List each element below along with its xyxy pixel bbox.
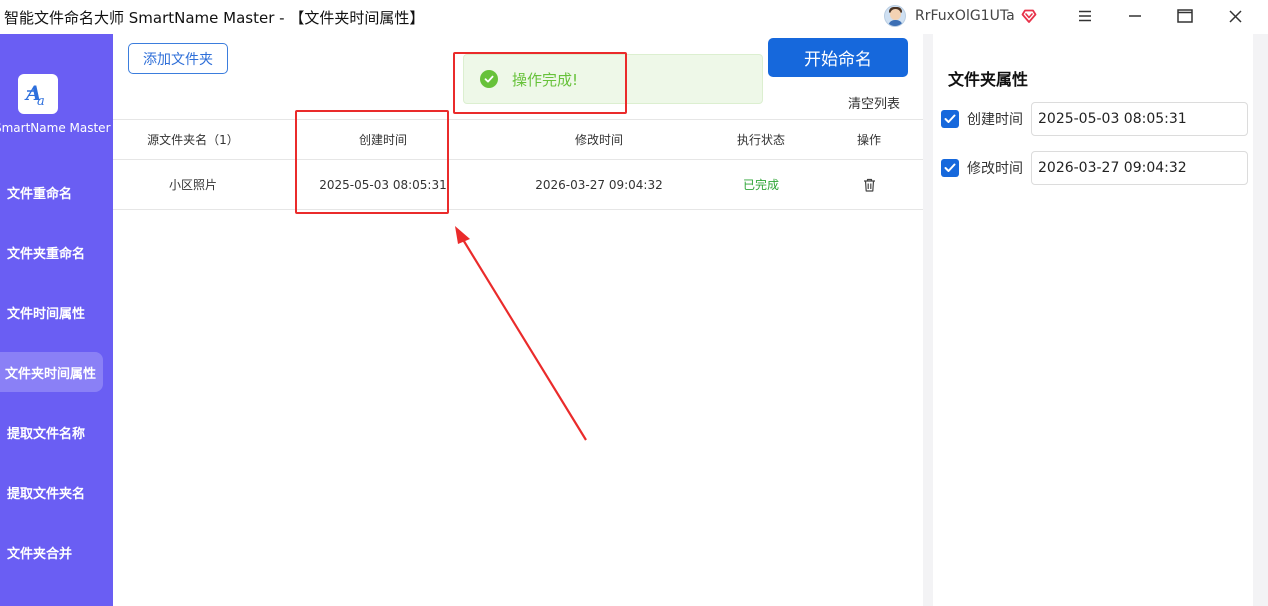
close-icon[interactable]: [1223, 5, 1247, 27]
checkmark-icon: [944, 114, 956, 123]
row-modified-time: 2026-03-27 09:04:32: [535, 177, 663, 192]
window-title: 智能文件命名大师 SmartName Master - 【文件夹时间属性】: [4, 9, 425, 27]
sidebar-item-file-time[interactable]: 文件时间属性: [0, 292, 103, 332]
menu-icon[interactable]: [1073, 5, 1097, 27]
maximize-icon[interactable]: [1173, 5, 1197, 27]
logo-name: SmartName Master: [0, 121, 111, 135]
sidebar-item-extract-filename[interactable]: 提取文件名称: [0, 412, 103, 452]
modify-time-label: 修改时间: [967, 161, 1023, 177]
panel-edge: [1253, 34, 1268, 606]
table-header: 源文件夹名（1） 创建时间 修改时间 执行状态 操作: [113, 119, 923, 160]
checkmark-icon: [944, 163, 956, 172]
modify-time-row: 修改时间: [941, 151, 1251, 185]
sidebar-item-file-rename[interactable]: 文件重命名: [0, 172, 103, 212]
modify-time-input[interactable]: [1031, 151, 1248, 185]
panel-title: 文件夹属性: [948, 70, 1029, 89]
panel-divider: [923, 34, 933, 606]
annotation-box-created-time: [295, 110, 449, 214]
create-time-label: 创建时间: [967, 112, 1023, 128]
create-time-input[interactable]: [1031, 102, 1248, 136]
username[interactable]: RrFuxOlG1UTa: [915, 8, 1015, 24]
start-rename-button[interactable]: 开始命名: [768, 38, 908, 77]
avatar[interactable]: [884, 5, 906, 27]
folder-table: 源文件夹名（1） 创建时间 修改时间 执行状态 操作 小区照片 2025-05-…: [113, 119, 923, 210]
create-time-row: 创建时间: [941, 102, 1251, 136]
sidebar-item-folder-rename[interactable]: 文件夹重命名: [0, 232, 103, 272]
sidebar: A a SmartName Master 文件重命名 文件夹重命名 文件时间属性…: [0, 34, 113, 606]
header-status: 执行状态: [736, 133, 785, 147]
delete-row-button[interactable]: [828, 160, 910, 209]
header-action: 操作: [856, 133, 881, 147]
annotation-box-toast: [453, 52, 627, 114]
table-row[interactable]: 小区照片 2025-05-03 08:05:31 2026-03-27 09:0…: [113, 160, 923, 210]
sidebar-item-folder-time[interactable]: 文件夹时间属性: [0, 352, 103, 392]
header-source-name: 源文件夹名（1）: [147, 133, 239, 147]
row-status: 已完成: [742, 178, 779, 192]
sidebar-item-extract-foldername[interactable]: 提取文件夹名: [0, 472, 103, 512]
header-modified-time: 修改时间: [574, 133, 623, 147]
svg-text:a: a: [37, 94, 45, 109]
create-time-checkbox[interactable]: [941, 110, 959, 128]
app-logo: A a: [18, 74, 58, 114]
row-folder-name: 小区照片: [168, 178, 217, 192]
clear-list-button[interactable]: 清空列表: [848, 93, 900, 112]
trash-icon[interactable]: [863, 178, 876, 192]
main-content: 添加文件夹 操作完成! 开始命名 清空列表 源文件夹名（1） 创建时间 修改时间…: [113, 34, 923, 606]
modify-time-checkbox[interactable]: [941, 159, 959, 177]
vip-diamond-icon[interactable]: [1021, 8, 1037, 24]
user-account[interactable]: RrFuxOlG1UTa: [884, 4, 1037, 28]
title-bar: 智能文件命名大师 SmartName Master - 【文件夹时间属性】 Rr…: [0, 0, 1268, 34]
sidebar-item-folder-merge[interactable]: 文件夹合并: [0, 532, 103, 572]
minimize-icon[interactable]: [1123, 5, 1147, 27]
folder-properties-panel: 文件夹属性 创建时间 修改时间: [933, 44, 1253, 606]
add-folder-button[interactable]: 添加文件夹: [128, 43, 228, 74]
app-logo-icon: A a: [24, 81, 45, 109]
